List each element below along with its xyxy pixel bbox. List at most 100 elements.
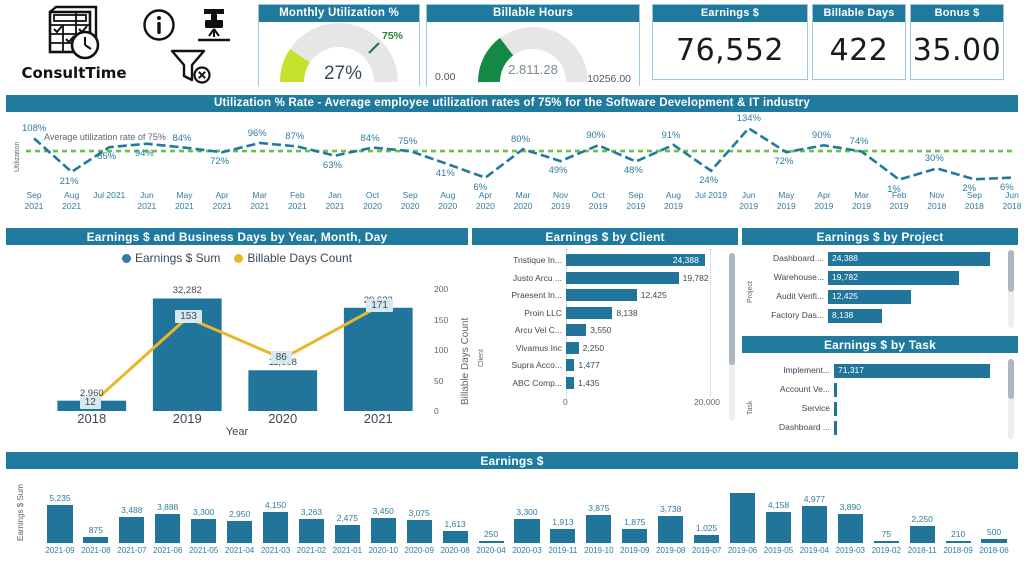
hbar-category-label[interactable]: Service <box>768 403 830 413</box>
earnings-by-task-panel[interactable]: Earnings $ by Task Task Implement... 71,3… <box>742 336 1018 446</box>
earnings-by-project-panel[interactable]: Earnings $ by Project Project Dashboard … <box>742 228 1018 332</box>
task-scrollbar-thumb[interactable] <box>1008 359 1014 399</box>
utilization-panel[interactable]: Utilization % Rate - Average employee ut… <box>6 95 1021 220</box>
hbar-bar[interactable] <box>834 402 837 416</box>
earnings-days-panel[interactable]: Earnings $ and Business Days by Year, Mo… <box>6 228 471 446</box>
earnings-by-task-title: Earnings $ by Task <box>742 336 1018 353</box>
brand-name: ConsultTime <box>21 64 127 82</box>
hbar-category-label[interactable]: Arcu Vel C... <box>500 325 562 335</box>
monthly-earnings-bar[interactable] <box>442 531 468 543</box>
hbar-category-label[interactable]: Warehouse... <box>762 272 824 282</box>
billable-hours-min-label: 0.00 <box>435 71 456 83</box>
kpi-bonus-value: 35.00 <box>911 22 1003 79</box>
kpi-earnings[interactable]: Earnings $ 76,552 <box>652 4 808 80</box>
monthly-earnings-bar[interactable] <box>694 535 720 543</box>
hbar-bar[interactable] <box>834 421 837 435</box>
hbar-category-label[interactable]: Dashboard ... <box>768 422 830 432</box>
utilization-point-label: 74% <box>849 136 869 148</box>
hbar-category-label[interactable]: Factory Das... <box>762 310 824 320</box>
project-scrollbar-thumb[interactable] <box>1008 250 1014 292</box>
monthly-earnings-bar[interactable] <box>298 519 324 543</box>
earnings-days-chart[interactable]: Earnings $ Sum Billable Days Count 0 50 10… <box>6 245 471 444</box>
monthly-earnings-value-label: 2,250 <box>911 514 933 525</box>
legend-item-days[interactable]: Billable Days Count <box>234 251 352 265</box>
monthly-earnings-bar[interactable] <box>765 512 792 543</box>
earnings-by-client-panel[interactable]: Earnings $ by Client Client Tristique In… <box>472 228 738 446</box>
clear-filter-icon[interactable] <box>168 46 214 86</box>
utilization-chart[interactable]: Utilization Average utilization rate of … <box>6 112 1021 218</box>
hbar-category-label[interactable]: Tristique In... <box>500 255 562 265</box>
monthly-earnings-bar[interactable] <box>47 504 73 543</box>
monthly-earnings-bar[interactable] <box>119 517 145 543</box>
hbar-bar[interactable] <box>566 324 587 336</box>
monthly-earnings-bar[interactable] <box>658 515 684 543</box>
hbar-category-label[interactable]: Justo Arcu ... <box>500 273 562 283</box>
gridline <box>710 249 711 397</box>
monthly-earnings-bar[interactable] <box>801 506 827 543</box>
kpi-billable-hours[interactable]: Billable Hours 0.00 2.811.28 10256.00 <box>426 4 640 87</box>
monthly-earnings-bar[interactable] <box>478 541 504 543</box>
client-scrollbar[interactable] <box>729 253 735 421</box>
utilization-point-label: 96% <box>247 127 267 139</box>
monthly-earnings-bar[interactable] <box>227 521 253 543</box>
hbar-bar[interactable] <box>566 306 613 319</box>
earnings-monthly-panel[interactable]: Earnings $ Earnings $ Sum 5,235 2021-09 87… <box>6 452 1018 560</box>
monthly-earnings-bar[interactable] <box>370 517 396 543</box>
hbar-value-label: 3,550 <box>590 325 612 335</box>
monthly-earnings-bar[interactable] <box>406 520 432 543</box>
monthly-earnings-bar[interactable] <box>586 514 612 543</box>
hbar-category-label[interactable]: ABC Comp... <box>500 378 562 388</box>
hbar-bar[interactable] <box>566 376 575 389</box>
earnings-by-project-chart[interactable]: Project Dashboard ... 24,388 Warehouse... 1… <box>742 245 1018 332</box>
hbar-category-label[interactable]: Praesent In... <box>500 290 562 300</box>
monthly-earnings-value-label: 3,738 <box>660 503 682 514</box>
hbar-bar[interactable] <box>566 359 575 371</box>
hbar-category-label[interactable]: Proin LLC <box>500 308 562 318</box>
earnings-by-client-title: Earnings $ by Client <box>472 228 738 245</box>
hbar-value-label: 71,317 <box>838 365 864 375</box>
hbar-category-label[interactable]: Implement... <box>768 365 830 375</box>
kpi-monthly-utilization[interactable]: Monthly Utilization % 75% 27% <box>258 4 420 87</box>
monthly-earnings-bar[interactable] <box>550 528 576 543</box>
client-scrollbar-thumb[interactable] <box>729 253 735 365</box>
earnings-by-client-chart[interactable]: Client Tristique In... 24,388 Justo Arcu .… <box>472 245 738 446</box>
hbar-axis-tick: 0 <box>563 397 568 407</box>
hbar-category-label[interactable]: Supra Acco... <box>500 360 562 370</box>
monthly-earnings-bar[interactable] <box>945 541 971 543</box>
hbar-category-label[interactable]: Dashboard ... <box>762 253 824 263</box>
legend-item-earnings[interactable]: Earnings $ Sum <box>121 251 220 265</box>
earnings-days-legend[interactable]: Earnings $ Sum Billable Days Count <box>6 251 468 265</box>
hbar-value-label: 12,425 <box>640 290 667 300</box>
hbar-category-label[interactable]: Audit Verifi... <box>762 291 824 301</box>
hbar-bar[interactable] <box>566 289 637 301</box>
monthly-earnings-bar[interactable] <box>334 524 360 543</box>
monthly-earnings-bar[interactable] <box>83 536 109 543</box>
monthly-earnings-bar[interactable] <box>622 529 648 543</box>
monthly-earnings-bar[interactable] <box>262 512 289 543</box>
kpi-bonus[interactable]: Bonus $ 35.00 <box>910 4 1004 80</box>
project-scrollbar[interactable] <box>1008 250 1014 328</box>
info-circle-icon[interactable] <box>142 8 176 42</box>
utilization-point-label: 84% <box>360 132 380 144</box>
earnings-monthly-chart[interactable]: Earnings $ Sum 5,235 2021-09 875 2021-08 3,4… <box>6 469 1018 560</box>
hbar-category-label[interactable]: Account Ve... <box>768 384 830 394</box>
hbar-category-label[interactable]: Vivamus Inc <box>500 343 562 353</box>
drill-down-icon[interactable] <box>194 6 234 44</box>
monthly-earnings-bar[interactable] <box>873 541 899 543</box>
hbar-bar[interactable] <box>834 383 837 397</box>
monthly-earnings-bar[interactable] <box>837 514 863 543</box>
hbar-value-label: 2,250 <box>582 342 605 353</box>
hbar-bar[interactable] <box>566 341 579 354</box>
utilization-point-label: 48% <box>623 165 643 177</box>
monthly-earnings-bar[interactable] <box>909 526 935 543</box>
hbar-bar[interactable] <box>566 271 679 284</box>
monthly-earnings-bar[interactable] <box>191 518 217 543</box>
monthly-earnings-bar[interactable] <box>514 518 540 543</box>
monthly-earnings-bar[interactable] <box>155 514 181 543</box>
monthly-earnings-bar[interactable] <box>729 493 756 543</box>
kpi-billable-days[interactable]: Billable Days 422 <box>812 4 906 80</box>
earnings-by-task-chart[interactable]: Task Implement... 71,317 Account Ve... Serv… <box>742 353 1018 446</box>
task-scrollbar[interactable] <box>1008 359 1014 439</box>
monthly-earnings-bar[interactable] <box>981 539 1007 543</box>
earnings-days-y2-tick: 50 <box>434 375 444 386</box>
